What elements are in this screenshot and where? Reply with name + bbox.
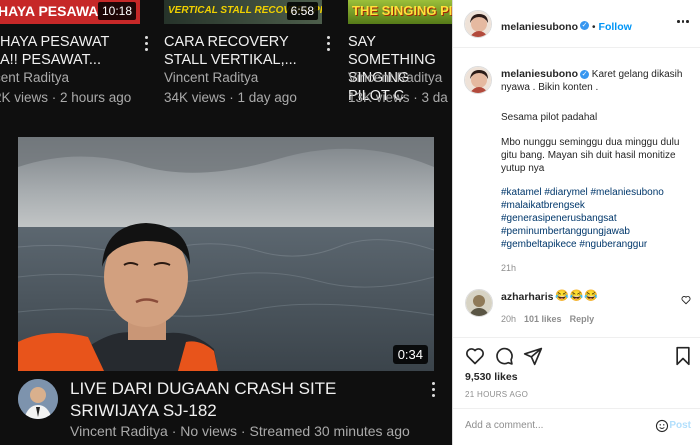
posted-time[interactable]: 21 HOURS AGO <box>465 390 528 399</box>
duration-badge: 10:18 <box>97 2 136 20</box>
recommendation-thumbnail[interactable]: HAYA PESAWA 10:18 <box>0 0 140 24</box>
duration-badge: 6:58 <box>286 2 318 20</box>
post-comment-button[interactable]: Post <box>669 420 691 431</box>
recommendation-meta: 34K views · 1 day ago <box>164 90 297 105</box>
author-username[interactable]: melaniesubono <box>501 21 578 33</box>
recommendation-thumbnail[interactable]: THE SINGING PILOT <box>348 0 452 24</box>
video-thumbnail[interactable]: 0:34 <box>18 137 434 371</box>
video-title[interactable]: LIVE DARI DUGAAN CRASH SITE SRIWIJAYA SJ… <box>70 378 410 422</box>
comment-text: 😂😂😂 <box>555 290 600 302</box>
comment-likes[interactable]: 101 likes <box>524 314 562 324</box>
caption-time[interactable]: 21h <box>501 263 516 273</box>
recommendation-channel[interactable]: Vincent Raditya <box>348 70 442 85</box>
add-comment-bar: Post <box>453 408 700 445</box>
hashtag-list: #katamel #diarymel #melaniesubono #malai… <box>501 186 696 251</box>
recommendation-title[interactable]: HAYA PESAWAT A!! PESAWAT... <box>0 33 138 69</box>
verified-badge-icon: ✓ <box>580 69 590 79</box>
avatar-image <box>466 290 492 316</box>
caption-paragraph: Sesama pilot padahal <box>501 112 598 123</box>
like-comment-heart-icon[interactable] <box>681 295 691 305</box>
recommendation-card[interactable]: HAYA PESAWA 10:18 HAYA PESAWAT A!! PESAW… <box>0 0 144 110</box>
recommendation-card[interactable]: THE SINGING PILOT SAY SOMETHING SINGING … <box>348 0 452 110</box>
recommendation-channel[interactable]: cent Raditya <box>0 70 69 85</box>
emoji-smile-icon[interactable] <box>655 419 669 433</box>
comment-meta: 20h 101 likes Reply <box>501 314 594 324</box>
avatar-image <box>465 67 491 93</box>
recommendation-channel[interactable]: Vincent Raditya <box>164 70 258 85</box>
recommendation-card[interactable]: VERTICAL STALL RECOVERY PROCE 6:58 CARA … <box>164 0 324 110</box>
share-paper-plane-icon[interactable] <box>523 346 543 366</box>
recommendation-thumbnail[interactable]: VERTICAL STALL RECOVERY PROCE 6:58 <box>164 0 322 24</box>
follow-button[interactable]: Follow <box>599 21 632 33</box>
post-header: melaniesubono ✓ • Follow <box>453 0 700 48</box>
channel-avatar[interactable] <box>18 379 58 419</box>
hashtag-line[interactable]: #malaikatbrengsek <box>501 199 696 212</box>
comment-bubble-icon[interactable] <box>494 346 514 366</box>
comment-item: azharharis 😂😂😂 20h 101 likes Reply <box>463 289 693 329</box>
thumbnail-banner-text: THE SINGING PILOT <box>348 0 452 24</box>
post-actions-bar <box>453 337 700 373</box>
caption-first-line: melaniesubono ✓ Karet gelang dikasih nyaw… <box>501 68 691 94</box>
caption-paragraph: Mbo nunggu seminggu dua minggu dulu gitu… <box>501 137 680 174</box>
recommendation-meta: 2K views · 2 hours ago <box>0 90 132 105</box>
likes-count[interactable]: 9,530 likes <box>465 371 518 383</box>
more-options-icon[interactable] <box>143 36 149 52</box>
more-options-icon[interactable] <box>677 20 691 24</box>
recommendation-meta: 13K views · 3 da <box>348 90 448 105</box>
youtube-panel: HAYA PESAWA 10:18 HAYA PESAWAT A!! PESAW… <box>0 0 452 445</box>
hashtag-line[interactable]: #generasipenerusbangsat <box>501 212 696 225</box>
hashtag-line[interactable]: #katamel #diarymel #melaniesubono <box>501 186 696 199</box>
commenter-username[interactable]: azharharis <box>501 291 554 303</box>
commenter-avatar[interactable] <box>465 289 493 317</box>
header-separator: • <box>592 22 596 33</box>
avatar-image <box>18 379 58 419</box>
duration-badge: 0:34 <box>392 345 428 364</box>
video-meta: Vincent Raditya · No views · Streamed 30… <box>70 423 410 439</box>
verified-badge-icon: ✓ <box>580 21 590 31</box>
more-options-icon[interactable] <box>325 36 331 52</box>
comment-input[interactable] <box>465 420 655 431</box>
like-heart-icon[interactable] <box>465 346 485 366</box>
reply-button[interactable]: Reply <box>570 314 595 324</box>
instagram-post-panel: melaniesubono ✓ • Follow melaniesubono ✓ Kar… <box>452 0 700 445</box>
caption-username[interactable]: melaniesubono <box>501 68 578 80</box>
author-avatar[interactable] <box>464 10 492 38</box>
video-thumbnail-image <box>18 137 434 371</box>
caption-author-avatar[interactable] <box>464 66 492 94</box>
hashtag-line[interactable]: #peminumbertanggungjawab <box>501 225 696 238</box>
comment-time[interactable]: 20h <box>501 314 516 324</box>
more-options-icon[interactable] <box>430 382 436 398</box>
avatar-image <box>465 11 491 37</box>
save-bookmark-icon[interactable] <box>673 346 693 366</box>
hashtag-line[interactable]: #gembeltapikece #nguberanggur <box>501 238 696 251</box>
recommendation-title[interactable]: CARA RECOVERY STALL VERTIKAL,... <box>164 33 314 69</box>
